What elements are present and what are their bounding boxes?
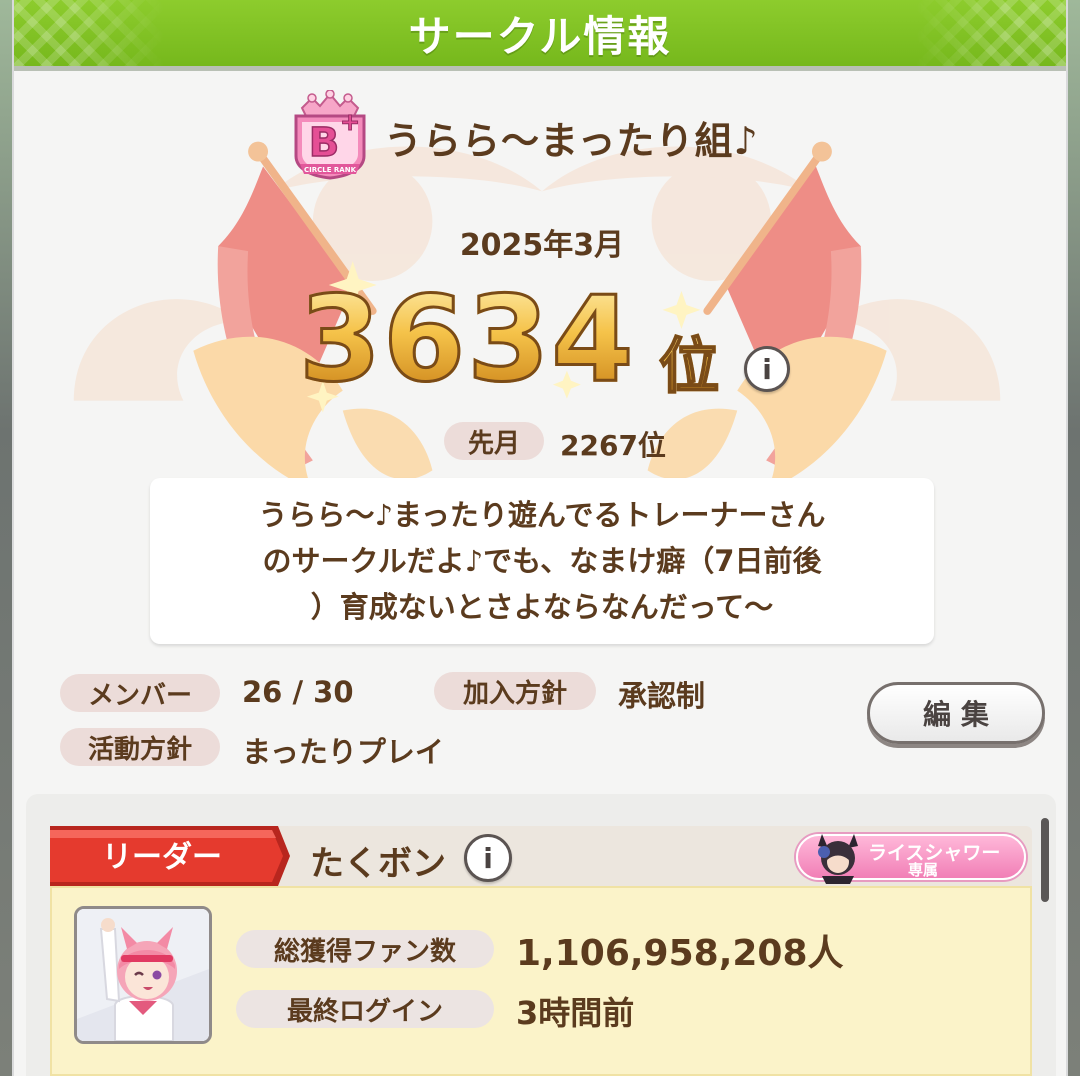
activity-policy-value: まったりプレイ xyxy=(242,735,444,769)
trainer-character-icon xyxy=(77,909,209,1041)
edit-button[interactable]: 編集 xyxy=(867,682,1045,744)
total-fans-label: 総獲得ファン数 xyxy=(236,930,494,968)
member-count-label: メンバー xyxy=(60,674,220,712)
background-right-strip xyxy=(1068,0,1080,1076)
leader-info-button[interactable]: i xyxy=(464,834,512,882)
leader-name: たくボン xyxy=(310,844,446,884)
description-line: のサークルだよ♪でも、なまけ癖（7日前後 xyxy=(262,544,822,578)
circle-name: うらら〜まったり組♪ xyxy=(384,119,759,163)
activity-policy-label: 活動方針 xyxy=(60,728,220,766)
circle-rank-badge-icon: B + CIRCLE RANK xyxy=(294,90,366,180)
description-line: うらら〜♪まったり遊んでるトレーナーさん xyxy=(258,498,826,532)
scrollbar-thumb[interactable] xyxy=(1041,818,1049,902)
affiliation-exclusive-label: 専属 xyxy=(908,861,939,879)
description-line: ）育成ないとさよならなんだって〜 xyxy=(310,590,774,624)
rank-caption: CIRCLE RANK xyxy=(304,166,357,174)
circle-description: うらら〜♪まったり遊んでるトレーナーさん のサークルだよ♪でも、なまけ癖（7日前… xyxy=(150,478,934,644)
rice-shower-portrait-icon xyxy=(818,834,858,884)
last-login-label: 最終ログイン xyxy=(236,990,494,1028)
monthly-rank-number: 3634 xyxy=(297,269,636,410)
join-policy-label: 加入方針 xyxy=(434,672,596,710)
total-fans-value: 1,106,958,208人 xyxy=(516,933,844,974)
join-policy-value: 承認制 xyxy=(618,679,706,713)
rank-letter: B xyxy=(309,120,340,166)
previous-month-rank: 2267位 xyxy=(560,429,666,462)
previous-month-label: 先月 xyxy=(444,422,544,460)
last-login-value: 3時間前 xyxy=(516,994,635,1032)
ranking-month: 2025年3月 xyxy=(459,228,625,263)
monthly-rank-unit: 位 xyxy=(658,318,720,405)
member-count-value: 26 / 30 xyxy=(242,675,354,709)
leader-tag-label: リーダー xyxy=(102,840,222,875)
rank-modifier: + xyxy=(340,108,360,136)
dialog-header: サークル情報 xyxy=(14,0,1066,66)
rank-info-button[interactable]: i xyxy=(744,346,790,392)
affiliation-badge[interactable]: ライスシャワー 専属 xyxy=(796,834,1026,884)
leader-avatar[interactable] xyxy=(74,906,212,1044)
dialog-title: サークル情報 xyxy=(408,11,672,61)
leader-ribbon: リーダー xyxy=(50,826,290,886)
circle-info-dialog: サークル情報 B + CIRCLE RANK うらら〜まったり組♪ 2025年3… xyxy=(12,0,1068,1076)
